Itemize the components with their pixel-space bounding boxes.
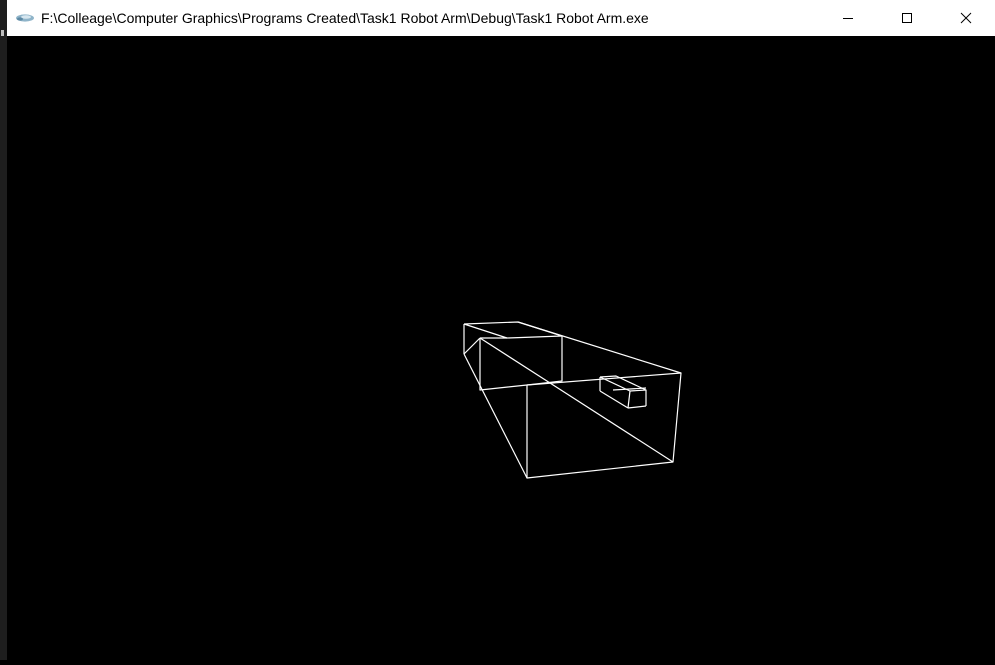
caption-buttons <box>818 0 995 36</box>
maximize-button[interactable] <box>877 0 936 36</box>
app-window: F:\Colleage\Computer Graphics\Programs C… <box>0 0 995 660</box>
maximize-icon <box>901 13 912 23</box>
title-bar[interactable]: F:\Colleage\Computer Graphics\Programs C… <box>7 0 995 36</box>
wireframe-scene <box>463 321 682 479</box>
visual-studio-app-icon[interactable] <box>15 11 35 25</box>
robot-arm-base-wireframe <box>463 321 682 479</box>
window-title: F:\Colleage\Computer Graphics\Programs C… <box>41 10 649 26</box>
opengl-viewport[interactable] <box>7 36 995 660</box>
close-button[interactable] <box>936 0 995 36</box>
edge-mark <box>1 30 4 36</box>
minimize-icon <box>842 18 853 19</box>
close-icon <box>960 12 971 24</box>
robot-arm-gripper-wireframe <box>599 375 647 409</box>
minimize-button[interactable] <box>818 0 877 36</box>
background-window-edge <box>0 0 7 660</box>
